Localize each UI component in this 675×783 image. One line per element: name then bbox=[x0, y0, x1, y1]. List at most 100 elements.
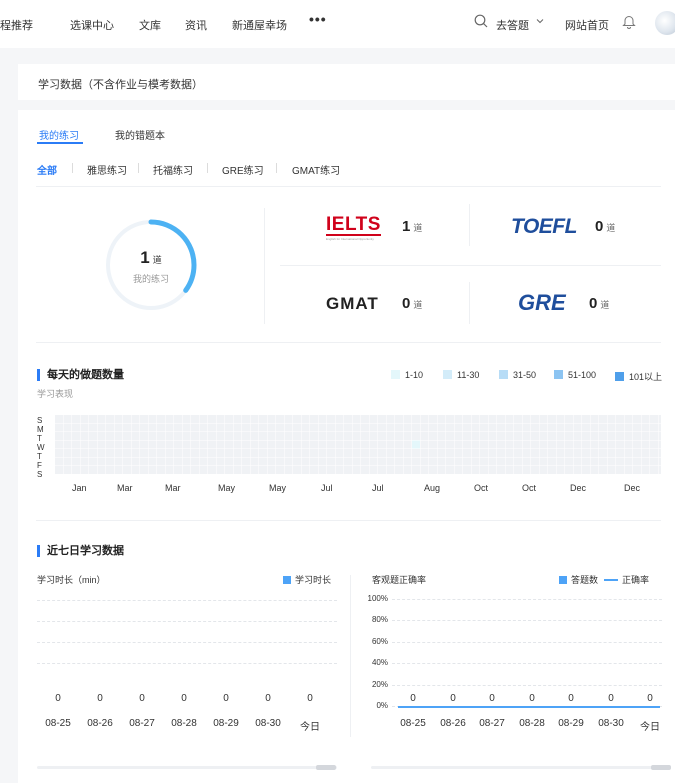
gre-count-unit: 道 bbox=[600, 300, 610, 310]
heatmap-cell bbox=[361, 415, 369, 423]
heatmap-cell bbox=[658, 415, 661, 423]
heatmap-cell bbox=[607, 440, 616, 449]
heatmap-cell bbox=[165, 415, 174, 423]
x-tick-label: 08-29 bbox=[558, 718, 584, 729]
divider bbox=[280, 265, 661, 266]
heatmap-cell bbox=[72, 449, 80, 457]
heatmap-cell bbox=[233, 415, 242, 423]
heatmap-cell bbox=[80, 466, 89, 474]
tab-my-practice[interactable]: 我的练习 bbox=[39, 127, 79, 142]
heatmap-cell bbox=[157, 415, 165, 423]
heatmap-cell bbox=[420, 440, 429, 449]
heatmap-cell bbox=[293, 466, 301, 474]
heatmap-cell bbox=[412, 440, 420, 449]
heatmap-cell bbox=[335, 440, 344, 449]
heatmap-cell bbox=[284, 423, 293, 432]
active-tab-indicator bbox=[37, 142, 83, 144]
more-menu-button[interactable]: ••• bbox=[309, 11, 327, 27]
accuracy-scrollbar[interactable] bbox=[371, 765, 671, 770]
heatmap-cell bbox=[650, 440, 658, 449]
search-icon[interactable] bbox=[474, 14, 488, 28]
heatmap-cell bbox=[573, 423, 582, 432]
ielts-count: 1道 bbox=[402, 218, 422, 235]
ask-question-link[interactable]: 去答题 bbox=[496, 17, 529, 33]
heatmap-cell bbox=[191, 466, 199, 474]
x-tick-label: 08-26 bbox=[87, 718, 113, 729]
heatmap-cell bbox=[641, 432, 650, 440]
heatmap-cell bbox=[148, 457, 157, 466]
heatmap-cell bbox=[259, 440, 267, 449]
heatmap-cell bbox=[140, 432, 148, 440]
heatmap-cell bbox=[437, 423, 446, 432]
study-data-header: 学习数据（不含作业与模考数据） bbox=[18, 64, 675, 100]
weekday-label: S bbox=[37, 416, 43, 425]
heatmap-cell bbox=[131, 432, 140, 440]
bell-icon[interactable] bbox=[622, 14, 636, 29]
site-home-link[interactable]: 网站首页 bbox=[565, 17, 609, 33]
heatmap-cell bbox=[539, 415, 548, 423]
heatmap-cell bbox=[352, 449, 361, 457]
divider bbox=[276, 163, 277, 173]
heatmap-cell bbox=[582, 432, 590, 440]
nav-item-library[interactable]: 文库 bbox=[139, 17, 161, 33]
data-label: 0 bbox=[647, 693, 653, 704]
heatmap-cell bbox=[480, 449, 488, 457]
heatmap-cell bbox=[582, 449, 590, 457]
heatmap-cell bbox=[199, 457, 208, 466]
heatmap-cell bbox=[216, 423, 225, 432]
filter-ielts[interactable]: 雅思练习 bbox=[87, 162, 127, 177]
chevron-down-icon[interactable] bbox=[536, 17, 544, 25]
heatmap-cell bbox=[174, 415, 182, 423]
nav-item-course-center[interactable]: 选课中心 bbox=[70, 17, 114, 33]
data-label: 0 bbox=[55, 693, 61, 704]
heatmap-cell bbox=[123, 449, 131, 457]
heatmap-cell bbox=[531, 457, 539, 466]
weekday-label: T bbox=[37, 452, 42, 461]
heatmap-cell bbox=[352, 432, 361, 440]
divider bbox=[350, 575, 351, 737]
heatmap-cell bbox=[420, 415, 429, 423]
data-label: 0 bbox=[608, 693, 614, 704]
heatmap-cell bbox=[565, 432, 573, 440]
heatmap-cell bbox=[157, 423, 165, 432]
recent-data-title: 近七日学习数据 bbox=[37, 545, 124, 557]
nav-item-news[interactable]: 资讯 bbox=[185, 17, 207, 33]
heatmap-cell bbox=[344, 466, 352, 474]
study-time-scrollbar[interactable] bbox=[37, 765, 337, 770]
heatmap-cell bbox=[259, 423, 267, 432]
avatar[interactable] bbox=[655, 11, 675, 35]
heatmap-cell bbox=[199, 423, 208, 432]
month-label: Oct bbox=[522, 483, 537, 493]
tab-wrong-book[interactable]: 我的错题本 bbox=[115, 127, 165, 142]
nav-item-xintong[interactable]: 新通屋幸场 bbox=[232, 17, 287, 33]
heatmap-cell bbox=[208, 449, 216, 457]
heatmap-cell bbox=[446, 449, 454, 457]
daily-count-subtitle: 学习表现 bbox=[37, 389, 74, 399]
heatmap-cell bbox=[72, 423, 80, 432]
heatmap-cell bbox=[80, 423, 89, 432]
filter-gmat[interactable]: GMAT练习 bbox=[292, 162, 340, 177]
divider bbox=[72, 163, 73, 173]
heatmap-cell bbox=[480, 466, 488, 474]
heatmap-cell bbox=[539, 466, 548, 474]
scrollbar-thumb[interactable] bbox=[651, 765, 671, 770]
heatmap-cell bbox=[412, 415, 420, 423]
filter-toefl[interactable]: 托福练习 bbox=[153, 162, 193, 177]
heatmap-cell bbox=[378, 440, 386, 449]
month-label: Mar bbox=[117, 483, 133, 493]
heatmap-cell bbox=[395, 432, 403, 440]
heatmap-cell bbox=[437, 457, 446, 466]
month-label: Dec bbox=[570, 483, 587, 493]
scrollbar-thumb[interactable] bbox=[316, 765, 336, 770]
heatmap-cell bbox=[590, 457, 599, 466]
heatmap-cell bbox=[131, 415, 140, 423]
heatmap-cell bbox=[412, 432, 420, 440]
filter-all[interactable]: 全部 bbox=[37, 162, 57, 177]
heatmap-cell bbox=[318, 466, 327, 474]
accuracy-line bbox=[398, 706, 660, 708]
heatmap-cell bbox=[284, 432, 293, 440]
filter-gre[interactable]: GRE练习 bbox=[222, 162, 264, 177]
legend-label: 31-50 bbox=[513, 370, 537, 380]
nav-item-recommend[interactable]: 程推荐 bbox=[0, 17, 33, 33]
heatmap-cell bbox=[386, 466, 395, 474]
